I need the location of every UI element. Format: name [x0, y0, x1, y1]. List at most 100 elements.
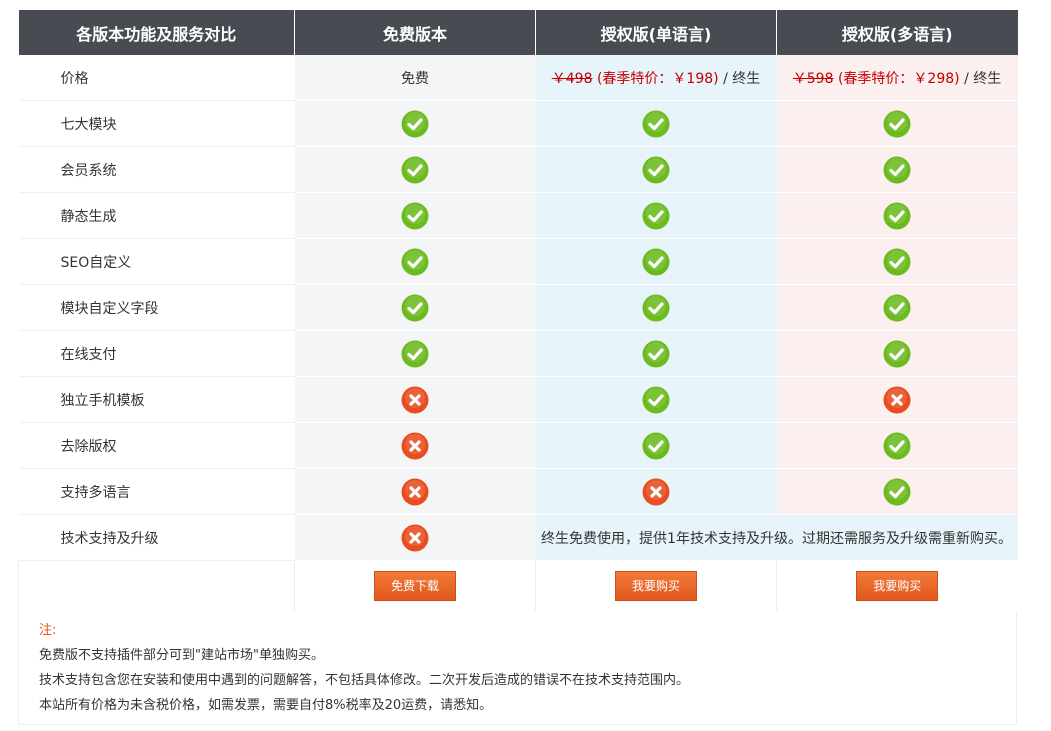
free-cell: [294, 468, 536, 515]
notes-line: 本站所有价格为未含税价格，如需发票，需要自付8%税率及20运费，请悉知。: [39, 698, 493, 713]
notes-title: 注:: [39, 623, 57, 638]
single-cell: [535, 192, 777, 239]
feature-label: 支持多语言: [18, 468, 295, 515]
multi-cell: [776, 284, 1018, 331]
price-row: 价格 免费 ￥498 (春季特价：￥198) / 终生 ￥598 (春季特价：￥…: [18, 55, 1018, 101]
check-icon: [883, 432, 911, 459]
old-price: ￥598: [792, 70, 834, 87]
buy-multi-button[interactable]: 我要购买: [856, 571, 939, 601]
comparison-wrapper: 各版本功能及服务对比 免费版本 授权版(单语言) 授权版(多语言) 价格 免费 …: [18, 10, 1018, 725]
check-icon: [642, 432, 670, 459]
old-price: ￥498: [551, 70, 593, 87]
check-icon: [401, 294, 429, 321]
check-icon: [401, 248, 429, 275]
support-paid-text: 终生免费使用，提供1年技术支持及升级。过期还需服务及升级需重新购买。: [535, 514, 1018, 561]
empty-cell: [18, 560, 295, 612]
cross-icon: [401, 386, 429, 413]
free-cell: [294, 238, 536, 285]
price-free: 免费: [294, 55, 536, 101]
free-cell: [294, 514, 536, 561]
single-cell: [535, 100, 777, 147]
feature-label: 价格: [18, 55, 295, 101]
button-row: 免费下载 我要购买 我要购买: [18, 560, 1018, 612]
check-icon: [883, 478, 911, 505]
button-cell: 我要购买: [776, 560, 1018, 612]
sale-price: (春季特价：￥198): [596, 70, 719, 87]
feature-row: 模块自定义字段: [18, 284, 1018, 331]
check-icon: [642, 386, 670, 413]
notes-line: 技术支持包含您在安装和使用中遇到的问题解答，不包括具体修改。二次开发后造成的错误…: [39, 673, 690, 688]
support-row: 技术支持及升级 终生免费使用，提供1年技术支持及升级。过期还需服务及升级需重新购买…: [18, 514, 1018, 561]
feature-label: 独立手机模板: [18, 376, 295, 423]
check-icon: [642, 248, 670, 275]
single-cell: [535, 284, 777, 331]
feature-label: 静态生成: [18, 192, 295, 239]
feature-label: 七大模块: [18, 100, 295, 147]
feature-row: 会员系统: [18, 146, 1018, 193]
check-icon: [401, 110, 429, 137]
buy-single-button[interactable]: 我要购买: [615, 571, 697, 601]
notes-section: 注: 免费版不支持插件部分可到"建站市场"单独购买。 技术支持包含您在安装和使用…: [18, 612, 1017, 725]
feature-label: 在线支付: [18, 330, 295, 377]
check-icon: [883, 294, 911, 321]
button-cell: 免费下载: [294, 560, 536, 612]
free-cell: [294, 330, 536, 377]
check-icon: [883, 202, 911, 229]
sale-price: (春季特价：￥298): [837, 70, 960, 87]
free-cell: [294, 376, 536, 423]
free-cell: [294, 192, 536, 239]
check-icon: [642, 294, 670, 321]
check-icon: [642, 110, 670, 137]
single-cell: [535, 146, 777, 193]
feature-row: 去除版权: [18, 422, 1018, 469]
cross-icon: [642, 478, 670, 505]
feature-row: 在线支付: [18, 330, 1018, 377]
feature-label: SEO自定义: [18, 238, 295, 285]
feature-label: 去除版权: [18, 422, 295, 469]
feature-row: 静态生成: [18, 192, 1018, 239]
header-free-version: 免费版本: [294, 10, 536, 55]
check-icon: [642, 340, 670, 367]
multi-cell: [776, 146, 1018, 193]
multi-cell: [776, 330, 1018, 377]
single-cell: [535, 468, 777, 515]
feature-row: SEO自定义: [18, 238, 1018, 285]
check-icon: [642, 156, 670, 183]
price-multi: ￥598 (春季特价：￥298) / 终生: [776, 55, 1018, 101]
free-download-button[interactable]: 免费下载: [374, 571, 456, 601]
feature-label: 模块自定义字段: [18, 284, 295, 331]
check-icon: [642, 202, 670, 229]
free-cell: [294, 284, 536, 331]
header-multi-language: 授权版(多语言): [776, 10, 1018, 55]
feature-row: 七大模块: [18, 100, 1018, 147]
free-cell: [294, 422, 536, 469]
feature-label: 技术支持及升级: [18, 514, 295, 561]
multi-cell: [776, 192, 1018, 239]
check-icon: [883, 340, 911, 367]
cross-icon: [401, 524, 429, 551]
single-cell: [535, 422, 777, 469]
check-icon: [401, 202, 429, 229]
check-icon: [883, 248, 911, 275]
notes-line: 免费版不支持插件部分可到"建站市场"单独购买。: [39, 648, 324, 663]
price-single: ￥498 (春季特价：￥198) / 终生: [535, 55, 777, 101]
price-term: / 终生: [723, 70, 761, 87]
single-cell: [535, 376, 777, 423]
button-cell: 我要购买: [535, 560, 777, 612]
multi-cell: [776, 238, 1018, 285]
multi-cell: [776, 468, 1018, 515]
check-icon: [883, 110, 911, 137]
multi-cell: [776, 376, 1018, 423]
free-cell: [294, 100, 536, 147]
header-features: 各版本功能及服务对比: [18, 10, 295, 55]
price-term: / 终生: [964, 70, 1002, 87]
free-cell: [294, 146, 536, 193]
check-icon: [883, 156, 911, 183]
header-single-language: 授权版(单语言): [535, 10, 777, 55]
check-icon: [401, 156, 429, 183]
header-row: 各版本功能及服务对比 免费版本 授权版(单语言) 授权版(多语言): [18, 10, 1018, 55]
feature-label: 会员系统: [18, 146, 295, 193]
feature-row: 独立手机模板: [18, 376, 1018, 423]
multi-cell: [776, 422, 1018, 469]
cross-icon: [883, 386, 911, 413]
